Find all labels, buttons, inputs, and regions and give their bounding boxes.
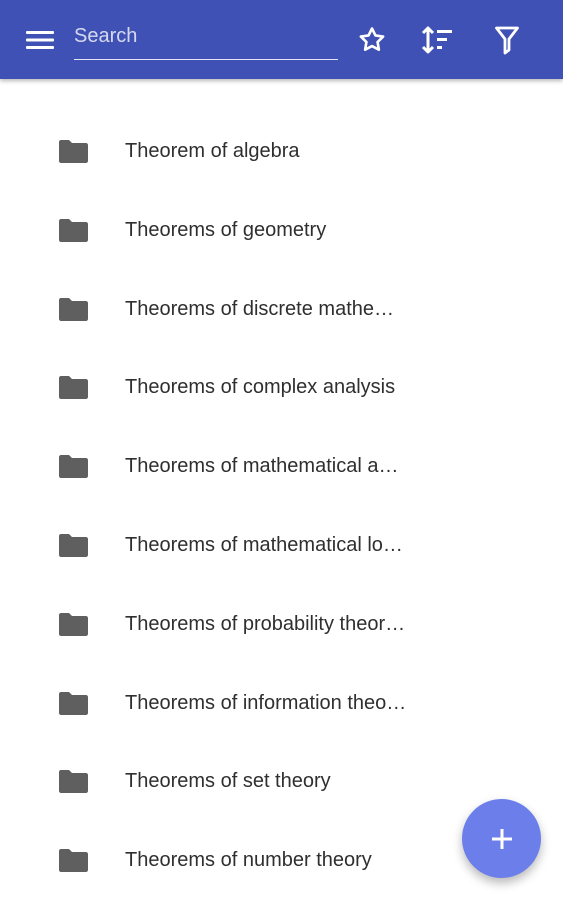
folder-icon [59, 770, 88, 794]
list-item-label: Theorems of geometry [125, 218, 327, 241]
top-app-bar [0, 0, 563, 79]
sort-button[interactable] [416, 18, 460, 62]
list-item-label: Theorems of information theo… [125, 691, 407, 714]
menu-icon [26, 31, 54, 49]
star-icon [359, 27, 385, 51]
sort-icon [421, 26, 452, 54]
app-screen: Theorem of algebra Theorems of geometry … [0, 0, 563, 900]
list-item[interactable]: Theorems of discrete mathe… [0, 270, 563, 349]
folder-icon [59, 297, 88, 321]
list-item[interactable]: Theorems of information theo… [0, 664, 563, 743]
list-item-label: Theorems of number theory [125, 849, 372, 872]
folder-icon [59, 691, 88, 715]
search-field[interactable] [74, 18, 338, 60]
list-item-label: Theorems of mathematical lo… [125, 533, 403, 556]
list-item[interactable]: Theorems of mathematical lo… [0, 506, 563, 585]
search-input[interactable] [74, 18, 338, 59]
folder-icon [59, 455, 88, 479]
list-item[interactable]: Theorems of mathematical a… [0, 427, 563, 506]
list-item[interactable]: Theorems of probability theor… [0, 585, 563, 664]
list-item[interactable]: Theorem of algebra [0, 112, 563, 191]
folder-icon [59, 140, 88, 163]
list-item-label: Theorems of set theory [125, 770, 331, 793]
list-item-label: Theorems of complex analysis [125, 376, 396, 399]
menu-button[interactable] [18, 18, 62, 62]
list-item[interactable]: Theorems of complex analysis [0, 348, 563, 427]
folder-icon [59, 218, 88, 242]
folder-icon [59, 849, 88, 873]
add-button[interactable] [462, 799, 541, 878]
list-item-label: Theorems of mathematical a… [125, 455, 399, 478]
filter-icon [495, 26, 519, 55]
list-item-label: Theorem of algebra [125, 140, 300, 162]
folder-icon [59, 533, 88, 557]
list-item-label: Theorems of probability theor… [125, 612, 406, 635]
folder-icon [59, 612, 88, 636]
list-item-label: Theorems of discrete mathe… [125, 297, 394, 320]
plus-icon [491, 828, 512, 849]
filter-button[interactable] [485, 18, 529, 62]
favorites-button[interactable] [350, 18, 394, 62]
list-item[interactable]: Theorems of geometry [0, 191, 563, 270]
folder-icon [59, 376, 88, 400]
folder-list: Theorem of algebra Theorems of geometry … [0, 112, 563, 900]
